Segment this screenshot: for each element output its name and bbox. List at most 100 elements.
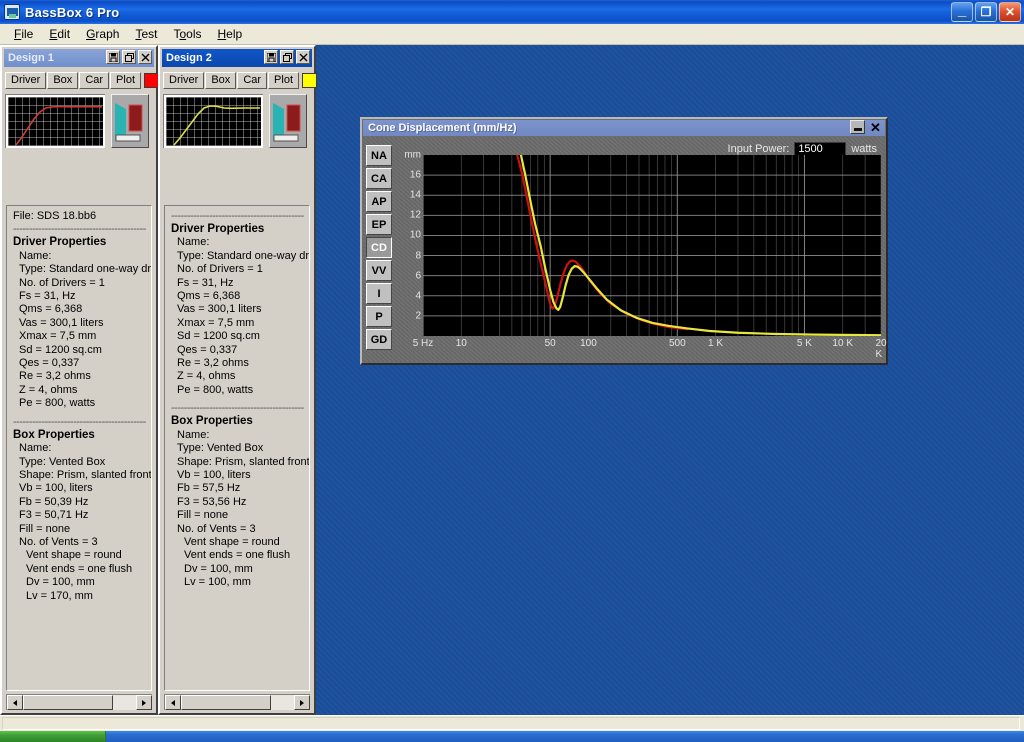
y-tick-2: 2 (415, 310, 421, 322)
graph-mode-cd-button[interactable]: CD (366, 237, 392, 258)
design1-hscrollbar[interactable] (6, 694, 152, 710)
design1-driver-line-11: Pe = 800, watts (19, 397, 96, 410)
menu-test[interactable]: Test (127, 25, 165, 43)
menu-graph[interactable]: Graph (78, 25, 127, 43)
design-panel-2: Design 2 Driver Box Car Plot -----------… (158, 45, 318, 715)
menu-tools[interactable]: Tools (165, 25, 209, 43)
save-icon[interactable] (106, 50, 120, 64)
x-tick-10: 10 (455, 338, 467, 349)
graph-mode-ca-button[interactable]: CA (366, 168, 392, 189)
design2-box-line-0: Name: (177, 428, 210, 441)
design1-driver-line-6: Xmax = 7,5 mm (19, 330, 97, 343)
graph-mode-vv-button[interactable]: VV (366, 260, 392, 281)
design2-box-button[interactable]: Box (205, 71, 237, 89)
design1-driver-line-4: Qms = 6,368 (19, 303, 83, 316)
design2-scroll-left-icon[interactable] (165, 695, 181, 710)
minimize-button[interactable]: _ (951, 2, 973, 22)
design1-scroll-left-icon[interactable] (7, 695, 23, 710)
design1-driver-line-5: Vas = 300,1 liters (19, 316, 104, 329)
design1-box-heading: Box Properties (13, 428, 95, 441)
design1-scroll-right-icon[interactable] (136, 695, 152, 710)
start-button[interactable] (0, 731, 106, 742)
design1-car-button[interactable]: Car (79, 71, 110, 89)
design1-box-line-7: No. of Vents = 3 (19, 535, 98, 548)
design2-plot-button[interactable]: Plot (268, 71, 300, 89)
design1-driver-line-9: Re = 3,2 ohms (19, 370, 91, 383)
design2-box-line-9: Vent ends = one flush (184, 549, 291, 562)
design2-box-line-6: Fill = none (177, 509, 229, 522)
x-tick-20K: 20 K (875, 338, 887, 360)
design1-box-button[interactable]: Box (47, 71, 79, 89)
graph-mode-buttons: NA CA AP EP CD VV I P GD (366, 145, 392, 350)
restore-icon[interactable] (280, 50, 294, 64)
design1-response-thumbnail[interactable] (5, 94, 105, 148)
graph-mode-ap-button[interactable]: AP (366, 191, 392, 212)
design1-box-line-1: Type: Vented Box (19, 455, 106, 468)
graph-minimize-button[interactable] (850, 120, 865, 134)
design1-plot-group: Plot (110, 71, 160, 89)
maximize-button[interactable]: ❐ (975, 2, 997, 22)
design1-rule-2: ----------------------------------------… (13, 415, 146, 428)
design2-scroll-thumb[interactable] (181, 695, 272, 710)
design2-driver-line-9: Re = 3,2 ohms (177, 357, 249, 370)
design1-info-panel: File: SDS 18.bb6 ------------------------… (6, 205, 152, 691)
design2-driver-line-3: Fs = 31, Hz (177, 276, 234, 289)
design1-box-line-9: Vent ends = one flush (26, 562, 133, 575)
design1-plot-button[interactable]: Plot (110, 71, 142, 89)
design2-car-button[interactable]: Car (237, 71, 268, 89)
taskbar[interactable] (0, 731, 1024, 742)
design2-titlebar[interactable]: Design 2 (162, 49, 312, 67)
design1-box-line-3: Vb = 100, liters (19, 482, 93, 495)
design2-box-thumbnail[interactable] (269, 94, 307, 148)
y-axis-ticks: mm 16 14 12 10 8 6 4 2 (397, 145, 421, 336)
design1-driver-line-8: Qes = 0,337 (19, 357, 80, 370)
design2-rule-1: ----------------------------------------… (171, 210, 304, 222)
design2-box-line-4: Fb = 57,5 Hz (177, 482, 241, 495)
design2-driver-heading: Driver Properties (171, 223, 265, 235)
close-icon[interactable] (138, 50, 152, 64)
design1-driver-button[interactable]: Driver (5, 71, 47, 89)
graph-mode-na-button[interactable]: NA (366, 145, 392, 166)
graph-close-button[interactable]: ✕ (868, 120, 883, 134)
design1-box-line-11: Lv = 170, mm (26, 589, 93, 602)
design2-driver-button[interactable]: Driver (163, 71, 205, 89)
design1-box-thumbnail[interactable] (111, 94, 149, 148)
graph-mode-ep-button[interactable]: EP (366, 214, 392, 235)
design2-plot-color-swatch[interactable] (302, 72, 318, 88)
graph-mode-p-button[interactable]: P (366, 306, 392, 327)
restore-icon[interactable] (122, 50, 136, 64)
graph-mode-i-button[interactable]: I (366, 283, 392, 304)
save-icon[interactable] (264, 50, 278, 64)
design1-driver-line-2: No. of Drivers = 1 (19, 276, 105, 289)
status-bar (0, 715, 1024, 731)
design2-driver-line-11: Pe = 800, watts (177, 383, 254, 396)
chart-svg (423, 155, 881, 336)
menu-edit[interactable]: Edit (41, 25, 78, 43)
design1-driver-line-0: Name: (19, 249, 52, 262)
x-tick-100: 100 (580, 338, 597, 349)
design1-titlebar[interactable]: Design 1 (4, 49, 154, 67)
graph-window-titlebar[interactable]: Cone Displacement (mm/Hz) ✕ (363, 120, 885, 136)
menu-help[interactable]: Help (209, 25, 250, 43)
plot-canvas[interactable] (423, 155, 881, 336)
design2-response-thumbnail[interactable] (163, 94, 263, 148)
maximize-icon: ❐ (980, 5, 992, 19)
design2-scroll-right-icon[interactable] (294, 695, 310, 710)
mdi-client-area: Design 1 Driver Box Car Plot File: SDS 1… (0, 45, 1024, 715)
x-tick-5Hz: 5 Hz (412, 338, 434, 349)
design2-driver-line-7: Sd = 1200 sq.cm (177, 330, 260, 343)
close-icon[interactable] (296, 50, 310, 64)
status-bar-text (2, 717, 1020, 730)
design1-scroll-thumb[interactable] (23, 695, 114, 710)
design1-file-line: File: SDS 18.bb6 (13, 210, 97, 222)
menu-file[interactable]: File (6, 25, 41, 43)
design2-toolbar: Driver Box Car Plot (162, 70, 318, 90)
design2-driver-line-0: Name: (177, 236, 210, 249)
design1-plot-color-swatch[interactable] (144, 72, 160, 88)
design2-scroll-track[interactable] (181, 695, 294, 710)
close-button[interactable]: ✕ (999, 2, 1021, 22)
graph-mode-gd-button[interactable]: GD (366, 329, 392, 350)
design1-scroll-track[interactable] (23, 695, 136, 710)
design2-hscrollbar[interactable] (164, 694, 310, 710)
x-tick-1K: 1 K (708, 338, 724, 349)
